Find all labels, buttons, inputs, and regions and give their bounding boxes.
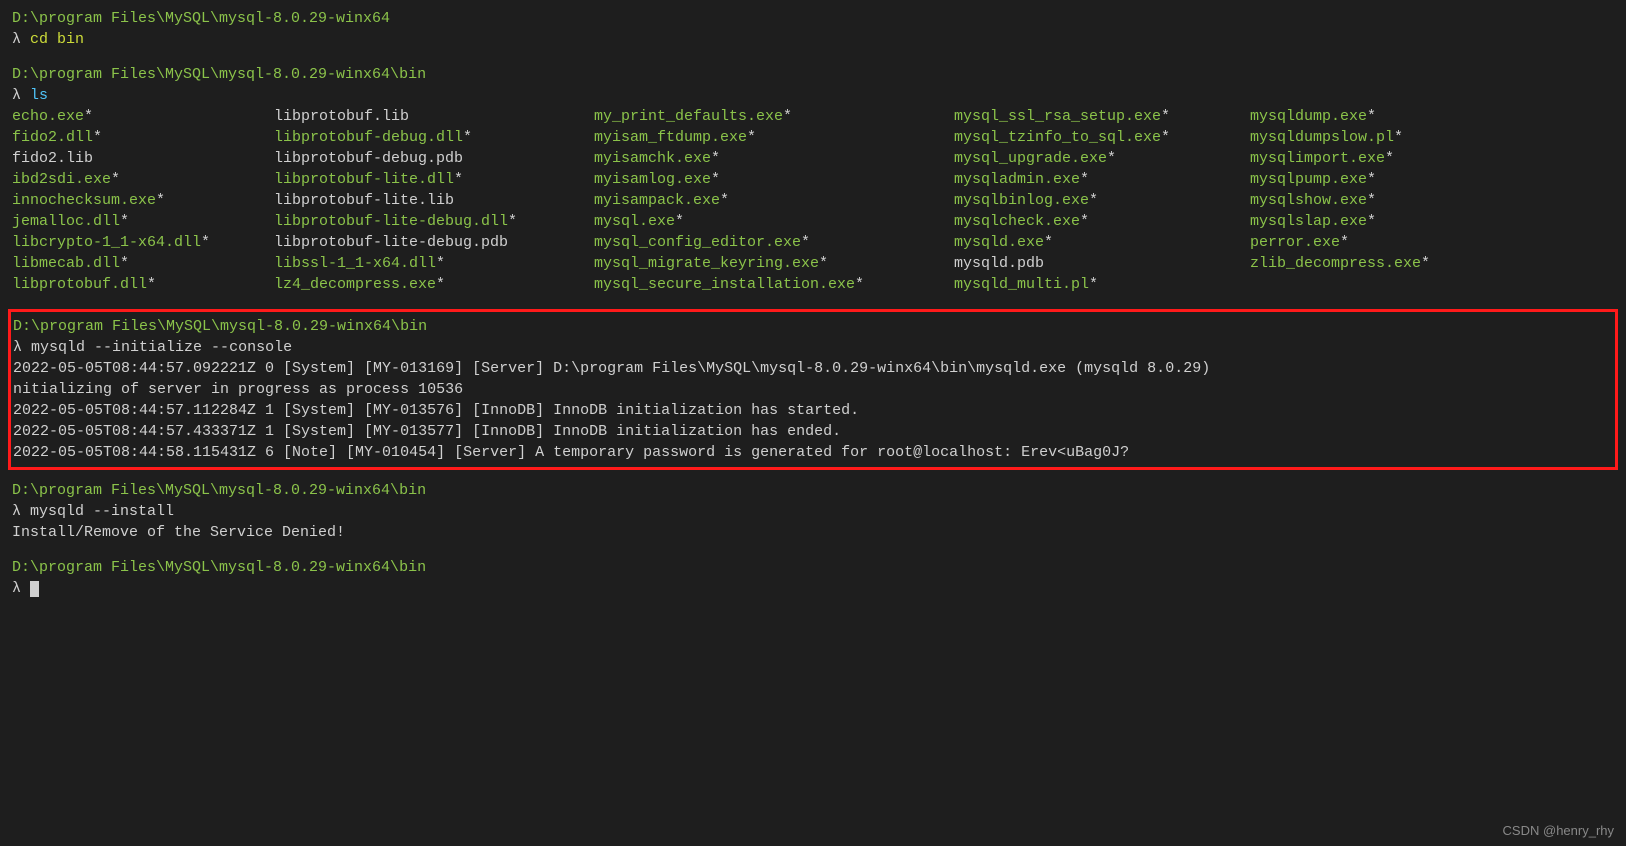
- ls-row: libmecab.dll*libssl-1_1-x64.dll*mysql_mi…: [12, 253, 1614, 274]
- ls-item: mysqlshow.exe*: [1250, 190, 1376, 211]
- cwd-path: D:\program Files\MySQL\mysql-8.0.29-winx…: [12, 64, 1614, 85]
- ls-item: mysql.exe*: [594, 211, 954, 232]
- ls-item: libprotobuf-debug.dll*: [274, 127, 594, 148]
- ls-item: mysqladmin.exe*: [954, 169, 1250, 190]
- ls-row: echo.exe*libprotobuf.libmy_print_default…: [12, 106, 1614, 127]
- ls-item: mysqlbinlog.exe*: [954, 190, 1250, 211]
- command-line-cursor[interactable]: λ: [12, 578, 1614, 599]
- ls-item: libprotobuf-lite.dll*: [274, 169, 594, 190]
- ls-item: libssl-1_1-x64.dll*: [274, 253, 594, 274]
- ls-item: libprotobuf-lite.lib: [274, 190, 594, 211]
- ls-output: echo.exe*libprotobuf.libmy_print_default…: [12, 106, 1614, 295]
- cwd-path: D:\program Files\MySQL\mysql-8.0.29-winx…: [12, 557, 1614, 578]
- ls-item: lz4_decompress.exe*: [274, 274, 594, 295]
- ls-row: ibd2sdi.exe*libprotobuf-lite.dll*myisaml…: [12, 169, 1614, 190]
- ls-item: libprotobuf.lib: [274, 106, 594, 127]
- ls-item: perror.exe*: [1250, 232, 1349, 253]
- cwd-path: D:\program Files\MySQL\mysql-8.0.29-winx…: [12, 480, 1614, 501]
- ls-item: libprotobuf.dll*: [12, 274, 274, 295]
- ls-item: mysqlimport.exe*: [1250, 148, 1394, 169]
- ls-item: libmecab.dll*: [12, 253, 274, 274]
- ls-item: zlib_decompress.exe*: [1250, 253, 1430, 274]
- ls-row: fido2.dll*libprotobuf-debug.dll*myisam_f…: [12, 127, 1614, 148]
- output-line: 2022-05-05T08:44:57.092221Z 0 [System] […: [13, 358, 1613, 379]
- ls-item: fido2.lib: [12, 148, 274, 169]
- ls-item: mysql_ssl_rsa_setup.exe*: [954, 106, 1250, 127]
- command-block-install: D:\program Files\MySQL\mysql-8.0.29-winx…: [12, 480, 1614, 543]
- ls-item: mysqldumpslow.pl*: [1250, 127, 1403, 148]
- ls-item: mysqlpump.exe*: [1250, 169, 1376, 190]
- output-line: 2022-05-05T08:44:57.433371Z 1 [System] […: [13, 421, 1613, 442]
- ls-row: jemalloc.dll*libprotobuf-lite-debug.dll*…: [12, 211, 1614, 232]
- install-output: Install/Remove of the Service Denied!: [12, 522, 1614, 543]
- terminal[interactable]: D:\program Files\MySQL\mysql-8.0.29-winx…: [12, 8, 1614, 599]
- ls-item: myisamchk.exe*: [594, 148, 954, 169]
- ls-item: fido2.dll*: [12, 127, 274, 148]
- ls-item: libprotobuf-lite-debug.pdb: [274, 232, 594, 253]
- ls-item: myisampack.exe*: [594, 190, 954, 211]
- ls-row: fido2.liblibprotobuf-debug.pdbmyisamchk.…: [12, 148, 1614, 169]
- command-line-cd: λ cd bin: [12, 29, 1614, 50]
- output-line: 2022-05-05T08:44:58.115431Z 6 [Note] [MY…: [13, 442, 1613, 463]
- ls-row: innochecksum.exe*libprotobuf-lite.libmyi…: [12, 190, 1614, 211]
- output-line: nitializing of server in progress as pro…: [13, 379, 1613, 400]
- ls-item: myisam_ftdump.exe*: [594, 127, 954, 148]
- ls-item: mysql_config_editor.exe*: [594, 232, 954, 253]
- init-output: 2022-05-05T08:44:57.092221Z 0 [System] […: [13, 358, 1613, 463]
- ls-row: libprotobuf.dll*lz4_decompress.exe*mysql…: [12, 274, 1614, 295]
- ls-item: innochecksum.exe*: [12, 190, 274, 211]
- ls-item: libprotobuf-lite-debug.dll*: [274, 211, 594, 232]
- command-line-install: λ mysqld --install: [12, 501, 1614, 522]
- ls-item: ibd2sdi.exe*: [12, 169, 274, 190]
- ls-item: mysqld_multi.pl*: [954, 274, 1250, 295]
- command-line-ls: λ ls: [12, 85, 1614, 106]
- ls-item: jemalloc.dll*: [12, 211, 274, 232]
- ls-item: mysqld.pdb: [954, 253, 1250, 274]
- command-line-init: λ mysqld --initialize --console: [13, 337, 1613, 358]
- highlighted-block: D:\program Files\MySQL\mysql-8.0.29-winx…: [8, 309, 1618, 470]
- ls-item: echo.exe*: [12, 106, 274, 127]
- ls-item: myisamlog.exe*: [594, 169, 954, 190]
- ls-item: mysqldump.exe*: [1250, 106, 1376, 127]
- command-block-cursor: D:\program Files\MySQL\mysql-8.0.29-winx…: [12, 557, 1614, 599]
- ls-item: mysql_secure_installation.exe*: [594, 274, 954, 295]
- ls-row: libcrypto-1_1-x64.dll*libprotobuf-lite-d…: [12, 232, 1614, 253]
- ls-item: mysql_tzinfo_to_sql.exe*: [954, 127, 1250, 148]
- ls-item: libcrypto-1_1-x64.dll*: [12, 232, 274, 253]
- cwd-path: D:\program Files\MySQL\mysql-8.0.29-winx…: [13, 316, 1613, 337]
- ls-item: mysqld.exe*: [954, 232, 1250, 253]
- ls-item: mysql_upgrade.exe*: [954, 148, 1250, 169]
- ls-item: libprotobuf-debug.pdb: [274, 148, 594, 169]
- cwd-path: D:\program Files\MySQL\mysql-8.0.29-winx…: [12, 8, 1614, 29]
- ls-item: mysqlcheck.exe*: [954, 211, 1250, 232]
- command-block-cd: D:\program Files\MySQL\mysql-8.0.29-winx…: [12, 8, 1614, 50]
- output-line: 2022-05-05T08:44:57.112284Z 1 [System] […: [13, 400, 1613, 421]
- watermark: CSDN @henry_rhy: [1503, 822, 1614, 840]
- cursor-icon: [30, 581, 39, 597]
- command-block-ls: D:\program Files\MySQL\mysql-8.0.29-winx…: [12, 64, 1614, 295]
- ls-item: my_print_defaults.exe*: [594, 106, 954, 127]
- ls-item: mysqlslap.exe*: [1250, 211, 1376, 232]
- ls-item: mysql_migrate_keyring.exe*: [594, 253, 954, 274]
